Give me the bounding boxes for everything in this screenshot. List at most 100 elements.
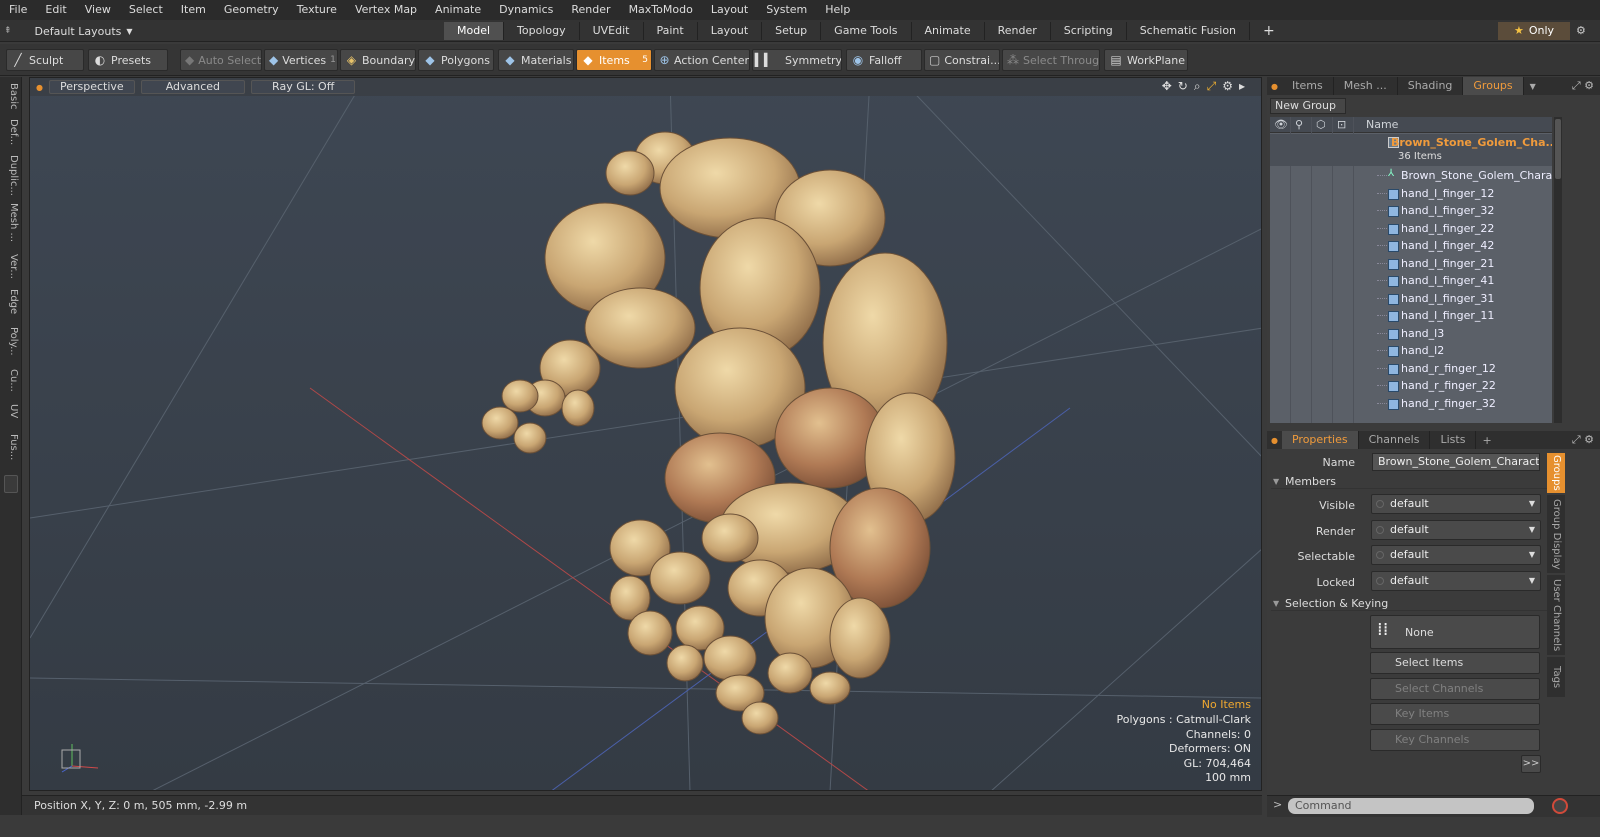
tab-duplicate[interactable]: Duplic... xyxy=(3,153,19,197)
list-item[interactable]: hand_l_finger_11 xyxy=(1270,307,1552,325)
tab-layout[interactable]: Layout xyxy=(698,22,763,40)
selection-keying-section[interactable]: ▼ Selection & Keying xyxy=(1271,597,1549,611)
move-view-icon[interactable]: ✥ xyxy=(1162,79,1172,94)
tab-groups[interactable]: Groups xyxy=(1463,77,1524,95)
gear-icon[interactable]: ⚙ xyxy=(1576,22,1586,40)
tab-curve[interactable]: Cu... xyxy=(3,365,19,395)
polygons-button[interactable]: ◆ Polygons xyxy=(418,49,494,71)
maximize-icon[interactable]: ⤢ xyxy=(1572,433,1581,446)
tab-lists[interactable]: Lists xyxy=(1430,431,1477,449)
list-item[interactable]: hand_l_finger_31 xyxy=(1270,290,1552,308)
list-item[interactable]: hand_r_finger_12 xyxy=(1270,360,1552,378)
tab-setup[interactable]: Setup xyxy=(762,22,822,40)
tab-properties[interactable]: Properties xyxy=(1281,431,1359,449)
groups-scrollbar[interactable] xyxy=(1554,117,1562,423)
visible-select[interactable]: default ▼ xyxy=(1371,494,1541,514)
group-name-field[interactable]: Brown_Stone_Golem_Character_ xyxy=(1372,453,1540,471)
add-tab-icon[interactable]: + xyxy=(1250,22,1288,40)
action-center-button[interactable]: ⊕ Action Center xyxy=(654,49,750,71)
eye-icon[interactable]: 👁 xyxy=(1274,118,1288,131)
panel-gear-icon[interactable]: ⚙ xyxy=(1584,433,1594,446)
locked-select[interactable]: default ▼ xyxy=(1371,571,1541,591)
list-item[interactable]: hand_l_finger_41 xyxy=(1270,272,1552,290)
tab-channels[interactable]: Channels xyxy=(1359,431,1431,449)
tab-mesh[interactable]: Mesh ... xyxy=(1334,77,1398,95)
falloff-button[interactable]: ◉ Falloff xyxy=(846,49,922,71)
render-icon[interactable]: ⚲ xyxy=(1295,118,1303,131)
perspective-button[interactable]: Perspective xyxy=(48,80,135,94)
selectable-select[interactable]: default ▼ xyxy=(1371,545,1541,565)
tab-shading[interactable]: Shading xyxy=(1398,77,1464,95)
list-item[interactable]: hand_l3 xyxy=(1270,325,1552,343)
render-select[interactable]: default ▼ xyxy=(1371,520,1541,540)
lock-icon[interactable]: ⬡ xyxy=(1316,118,1326,131)
tab-render[interactable]: Render xyxy=(985,22,1051,40)
list-item[interactable]: ⅄ Brown_Stone_Golem_Chara... xyxy=(1270,167,1552,185)
sculpt-button[interactable]: ╱ Sculpt xyxy=(6,49,84,71)
panel-gear-icon[interactable]: ⚙ xyxy=(1584,79,1594,92)
tab-strip-toggle[interactable] xyxy=(4,475,18,493)
menu-select[interactable]: Select xyxy=(120,0,172,20)
list-item[interactable]: hand_l_finger_22 xyxy=(1270,220,1552,238)
tab-scripting[interactable]: Scripting xyxy=(1051,22,1127,40)
materials-button[interactable]: ◆ Materials xyxy=(498,49,574,71)
tab-animate[interactable]: Animate xyxy=(912,22,985,40)
tab-model[interactable]: Model xyxy=(444,22,505,40)
menu-animate[interactable]: Animate xyxy=(426,0,490,20)
menu-system[interactable]: System xyxy=(757,0,816,20)
tab-mesh[interactable]: Mesh ... xyxy=(3,201,19,245)
tab-deform[interactable]: Def... xyxy=(3,115,19,149)
select-through-button[interactable]: ⁂ Select Through xyxy=(1002,49,1100,71)
none-button[interactable]: ⁞⁞ None xyxy=(1370,615,1540,649)
list-item[interactable]: hand_l2 xyxy=(1270,342,1552,360)
list-item[interactable]: hand_r_finger_32 xyxy=(1270,395,1552,413)
maximize-icon[interactable]: ⤢ xyxy=(1572,79,1581,92)
menu-help[interactable]: Help xyxy=(816,0,859,20)
menu-file[interactable]: File xyxy=(0,0,36,20)
tab-topology[interactable]: Topology xyxy=(504,22,580,40)
tab-uvedit[interactable]: UVEdit xyxy=(580,22,644,40)
menu-item[interactable]: Item xyxy=(172,0,215,20)
menu-view[interactable]: View xyxy=(76,0,120,20)
select-items-button[interactable]: Select Items xyxy=(1370,652,1540,674)
fit-view-icon[interactable]: ⤢ xyxy=(1207,79,1217,94)
list-item[interactable]: hand_r_finger_22 xyxy=(1270,377,1552,395)
name-column-header[interactable]: Name xyxy=(1366,118,1398,131)
new-group-button[interactable]: New Group xyxy=(1270,98,1346,114)
members-section[interactable]: ▼ Members xyxy=(1271,475,1549,489)
menu-vertex-map[interactable]: Vertex Map xyxy=(346,0,426,20)
zoom-view-icon[interactable]: ⌕ xyxy=(1194,79,1201,94)
list-item[interactable]: hand_l_finger_32 xyxy=(1270,202,1552,220)
raygl-button[interactable]: Ray GL: Off xyxy=(251,80,356,94)
items-button[interactable]: ◆ Items 5 xyxy=(576,49,652,71)
menu-edit[interactable]: Edit xyxy=(36,0,75,20)
scrollbar-thumb[interactable] xyxy=(1555,119,1561,179)
tab-edge[interactable]: Edge xyxy=(3,287,19,317)
tab-basic[interactable]: Basic xyxy=(3,81,19,111)
group-row[interactable]: Brown_Stone_Golem_Cha... 36 Items xyxy=(1270,134,1552,166)
menu-maxtomodo[interactable]: MaxToModo xyxy=(620,0,702,20)
tab-fusion[interactable]: Fus... xyxy=(3,427,19,467)
auto-select-button[interactable]: ◆ Auto Select xyxy=(180,49,262,71)
list-item[interactable]: hand_l_finger_12 xyxy=(1270,185,1552,203)
expand-arrow-icon[interactable]: ▸ xyxy=(1239,79,1245,94)
menu-layout[interactable]: Layout xyxy=(702,0,757,20)
tab-polygon[interactable]: Poly... xyxy=(3,321,19,361)
3d-viewport[interactable]: ● Perspective Advanced Ray GL: Off ✥ ↻ ⌕… xyxy=(29,77,1262,791)
tab-uv[interactable]: UV xyxy=(3,399,19,423)
key-channels-button[interactable]: Key Channels xyxy=(1370,729,1540,751)
tab-items[interactable]: Items xyxy=(1282,77,1334,95)
menu-texture[interactable]: Texture xyxy=(288,0,346,20)
workplane-button[interactable]: ▤ WorkPlane xyxy=(1104,49,1188,71)
more-button[interactable]: >> xyxy=(1521,755,1541,773)
tab-game-tools[interactable]: Game Tools xyxy=(821,22,912,40)
tab-vertex[interactable]: Ver... xyxy=(3,249,19,283)
stop-record-icon[interactable] xyxy=(1552,798,1568,814)
viewport-gear-icon[interactable]: ⚙ xyxy=(1222,79,1233,94)
tab-schematic-fusion[interactable]: Schematic Fusion xyxy=(1127,22,1251,40)
menu-geometry[interactable]: Geometry xyxy=(215,0,288,20)
rotate-view-icon[interactable]: ↻ xyxy=(1178,79,1188,94)
presets-button[interactable]: ◐ Presets xyxy=(88,49,168,71)
layout-selector[interactable]: ⇞ Default Layouts ▼ xyxy=(4,22,133,40)
add-tab-icon[interactable]: + xyxy=(1482,434,1491,447)
